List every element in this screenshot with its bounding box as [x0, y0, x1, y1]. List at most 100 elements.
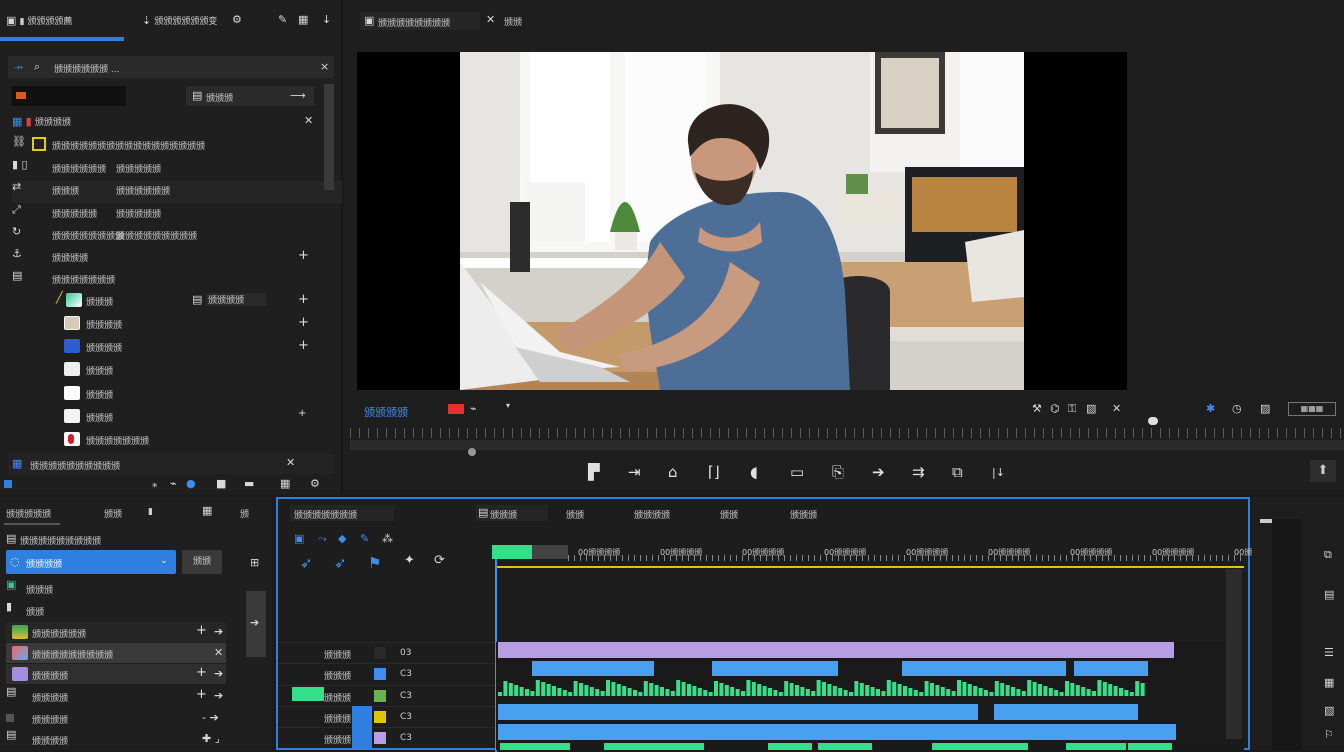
list-item[interactable]: ▮ 颁颁	[6, 601, 226, 621]
camera-icon[interactable]: ⌬	[1050, 403, 1060, 415]
waveform-bar[interactable]	[1075, 685, 1080, 696]
search-dropdown[interactable]: ◌ 颁颁颁颁 ⌄	[6, 550, 176, 574]
waveform-bar[interactable]	[984, 690, 988, 696]
gear-icon[interactable]: ⚙	[310, 478, 320, 490]
add-icon[interactable]: +	[298, 408, 306, 419]
add-icon[interactable]: +	[298, 292, 309, 307]
waveform-bar[interactable]	[962, 682, 967, 696]
waveform-bar[interactable]	[1113, 686, 1118, 696]
zoom-handle[interactable]	[1148, 417, 1158, 425]
hand-icon[interactable]: ⟳	[434, 554, 445, 567]
waveform-bar[interactable]	[751, 682, 756, 696]
viewer-tab-2[interactable]: 颁颁	[504, 15, 522, 28]
add-keyframe-icon[interactable]: +	[298, 248, 309, 263]
arrow-down-icon[interactable]: ↓	[322, 14, 331, 26]
waveform-bar[interactable]	[811, 691, 816, 696]
waveform-bar[interactable]	[584, 685, 589, 696]
audio-clip[interactable]	[1066, 743, 1126, 750]
waveform-bar[interactable]	[843, 690, 848, 696]
track-toggle[interactable]	[374, 732, 386, 744]
waveform-bar[interactable]	[1124, 690, 1129, 696]
waveform-bar[interactable]	[870, 687, 875, 696]
waveform-bar[interactable]	[649, 683, 654, 696]
zoom-icon[interactable]: ⌁	[470, 403, 477, 415]
waveform-bar[interactable]	[919, 692, 924, 696]
video-clip[interactable]	[498, 642, 1174, 658]
waveform-bar[interactable]	[859, 683, 864, 696]
waveform-bar[interactable]	[638, 692, 643, 696]
timeline-tab-1[interactable]: 颁颁	[566, 508, 584, 521]
waveform-bar[interactable]	[827, 684, 832, 696]
waveform-bar[interactable]	[595, 689, 600, 696]
waveform-bar[interactable]	[714, 681, 718, 696]
search-row[interactable]: ⤞ ⌕ 颁颁颁颁颁颁 ... ×	[8, 56, 334, 78]
waveform-bar[interactable]	[908, 688, 913, 696]
waveform-bar[interactable]	[735, 689, 740, 696]
track-header[interactable]: 颁颁颁 C3	[278, 706, 494, 726]
timeline-tab-3[interactable]: 颁颁	[720, 508, 738, 521]
effect-row[interactable]: ⇄ 颁颁颁 颁颁颁颁颁颁	[12, 181, 342, 203]
waveform-bar[interactable]	[746, 680, 751, 696]
waveform-bar[interactable]	[665, 689, 670, 696]
playhead-range[interactable]	[496, 566, 1244, 568]
track-toggle[interactable]	[374, 647, 386, 659]
track-toggle[interactable]	[374, 690, 386, 702]
color-field[interactable]	[12, 86, 126, 106]
scrub-ruler[interactable]	[350, 428, 1344, 438]
waveform-bar[interactable]	[762, 686, 767, 696]
timeline-tab-0[interactable]: ▤ 颁颁颁	[476, 505, 548, 521]
waveform-bar[interactable]	[903, 686, 907, 696]
waveform-bar[interactable]	[681, 682, 686, 696]
waveform-bar[interactable]	[924, 681, 929, 696]
pen-tool-icon[interactable]: ✦	[404, 554, 415, 567]
track-toggle[interactable]	[374, 668, 386, 680]
waveform-bar[interactable]	[627, 688, 632, 696]
export-icon[interactable]: ▧	[1086, 403, 1096, 415]
waveform-bar[interactable]	[1065, 681, 1069, 696]
brush-icon[interactable]: ✎	[278, 14, 287, 26]
calendar-icon[interactable]: ▦	[202, 505, 212, 517]
waveform-bar[interactable]	[778, 692, 783, 696]
audio-clip[interactable]	[498, 724, 1176, 740]
waveform-bar[interactable]	[525, 689, 529, 696]
track-header[interactable]: 颁颁颁 C3	[278, 663, 494, 683]
waveform-bar[interactable]	[892, 682, 897, 696]
source-patch[interactable]	[352, 706, 372, 750]
minus-arrow-icon[interactable]: - ➔	[202, 712, 219, 724]
copy-icon[interactable]: ⧉	[1324, 549, 1332, 561]
waveform-bar[interactable]	[687, 684, 691, 696]
waveform-bar[interactable]	[611, 682, 616, 696]
waveform-bar[interactable]	[897, 684, 902, 696]
waveform-bar[interactable]	[1038, 684, 1042, 696]
waveform-bar[interactable]	[773, 690, 778, 696]
compare-icon[interactable]: ▨	[1260, 403, 1270, 415]
effect-item[interactable]: 颁颁颁颁 +	[56, 338, 316, 360]
waveform-bar[interactable]	[557, 688, 562, 696]
waveform-bar[interactable]	[1070, 683, 1075, 696]
list-item-selected[interactable]: 颁颁颁颁颁颁颁颁颁 ✕	[6, 643, 226, 663]
waveform-bar[interactable]	[795, 685, 799, 696]
waveform-bar[interactable]	[886, 680, 891, 696]
waveform-bar[interactable]	[724, 685, 729, 696]
waveform-bar[interactable]	[1005, 685, 1010, 696]
waveform-bar[interactable]	[940, 687, 945, 696]
audio-clip[interactable]	[994, 704, 1138, 720]
wrench-icon[interactable]: ⚒	[1032, 403, 1042, 415]
pin-icon[interactable]: ⌁	[170, 478, 177, 490]
settings-icon[interactable]: ✎	[360, 533, 369, 545]
track-header[interactable]: 颁颁颁 C3	[278, 727, 494, 747]
list-item[interactable]: ▤ 颁颁颁颁 ✚ ⌟	[6, 729, 226, 749]
waveform-bar[interactable]	[1129, 692, 1134, 696]
link-icon[interactable]: ⤳	[318, 533, 327, 545]
mark-in-icon[interactable]: ▛	[588, 463, 600, 481]
lock-icon[interactable]: ⚿	[1068, 403, 1076, 415]
audio-clip[interactable]	[532, 661, 654, 676]
track-header[interactable]: 颁颁颁 03	[278, 642, 494, 662]
waveform-bar[interactable]	[589, 687, 594, 696]
waveform-bar[interactable]	[865, 685, 870, 696]
waveform-bar[interactable]	[876, 689, 880, 696]
list-icon[interactable]: ☰	[1324, 647, 1334, 659]
waveform-bar[interactable]	[1027, 680, 1032, 696]
waveform-bar[interactable]	[562, 690, 567, 696]
audio-clip[interactable]	[932, 743, 1028, 750]
